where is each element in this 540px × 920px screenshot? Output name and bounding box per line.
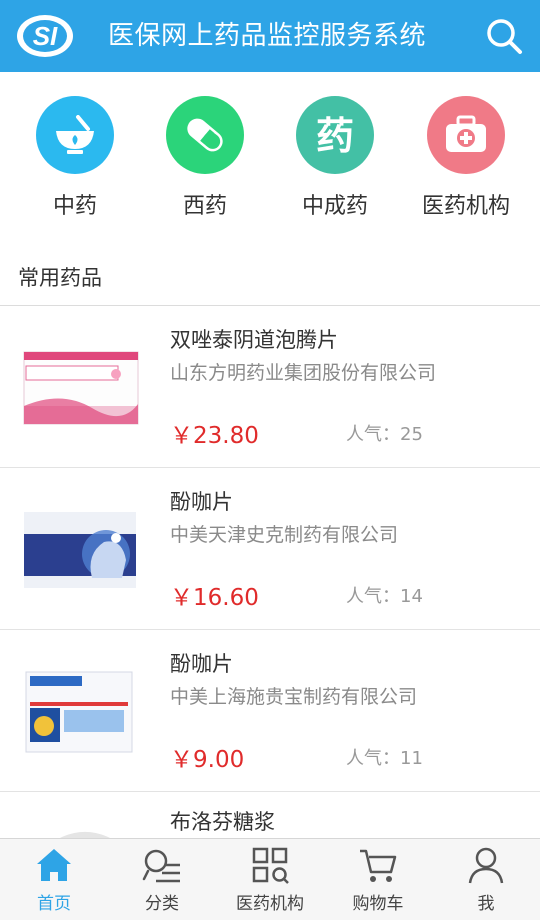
product-name: 酚咖片 xyxy=(170,652,233,676)
category-icon xyxy=(142,849,180,883)
product-image xyxy=(25,671,133,753)
product-popularity: 人气：25 xyxy=(346,424,423,445)
grid-icon xyxy=(252,847,289,884)
tab-cart[interactable]: 购物车 xyxy=(324,839,432,920)
product-name: 双唑泰阴道泡腾片 xyxy=(170,328,338,352)
yao-character-icon: 药 xyxy=(296,96,374,174)
category-herbal[interactable]: 中药 xyxy=(10,96,140,226)
product-list: 双唑泰阴道泡腾片 山东方明药业集团股份有限公司 ￥23.80 人气：25 酚咖片… xyxy=(0,306,540,852)
tab-label: 医药机构 xyxy=(236,894,304,914)
category-patent[interactable]: 药 中成药 xyxy=(270,96,400,226)
capsule-icon xyxy=(166,96,244,174)
product-maker: 山东方明药业集团股份有限公司 xyxy=(170,362,437,384)
product-popularity: 人气：14 xyxy=(346,586,423,607)
app-title: 医保网上药品监控服务系统 xyxy=(108,21,427,51)
product-image xyxy=(23,351,139,425)
product-price: ￥23.80 xyxy=(170,423,259,449)
product-row[interactable]: 酚咖片 中美上海施贵宝制药有限公司 ￥9.00 人气：11 xyxy=(0,630,540,792)
category-label: 中成药 xyxy=(301,194,368,219)
svg-text:SI: SI xyxy=(33,21,58,51)
product-name: 酚咖片 xyxy=(170,490,233,514)
product-price: ￥16.60 xyxy=(170,585,259,611)
user-icon xyxy=(468,847,504,884)
tab-label: 我 xyxy=(477,894,495,914)
product-row[interactable]: 双唑泰阴道泡腾片 山东方明药业集团股份有限公司 ￥23.80 人气：25 xyxy=(0,306,540,468)
tab-me[interactable]: 我 xyxy=(432,839,540,920)
category-bar: 中药 西药 药 中成药 医药机构 xyxy=(0,72,540,234)
tab-label: 首页 xyxy=(37,894,71,914)
si-logo-icon: SI xyxy=(17,15,73,57)
mortar-icon xyxy=(36,96,114,174)
tab-institution[interactable]: 医药机构 xyxy=(216,839,324,920)
product-maker: 中美天津史克制药有限公司 xyxy=(170,524,399,546)
cart-icon xyxy=(360,849,397,882)
category-label: 中药 xyxy=(52,194,97,219)
category-label: 医药机构 xyxy=(421,194,510,219)
category-institution[interactable]: 医药机构 xyxy=(401,96,531,226)
svg-text:药: 药 xyxy=(316,114,354,158)
home-icon xyxy=(37,849,71,881)
product-image xyxy=(24,512,136,588)
category-label: 西药 xyxy=(182,194,227,219)
tab-label: 购物车 xyxy=(352,894,404,914)
tab-category[interactable]: 分类 xyxy=(108,839,216,920)
medical-kit-icon xyxy=(427,96,505,174)
search-icon[interactable] xyxy=(482,14,526,58)
product-name: 布洛芬糖浆 xyxy=(170,810,275,834)
product-price: ￥9.00 xyxy=(170,747,245,773)
section-title: 常用药品 xyxy=(18,266,102,290)
bottom-tab-bar: 首页 分类 医药机构 购物车 我 xyxy=(0,838,540,920)
tab-home[interactable]: 首页 xyxy=(0,839,108,920)
product-popularity: 人气：11 xyxy=(346,748,423,769)
product-maker: 中美上海施贵宝制药有限公司 xyxy=(170,686,418,708)
app-header: SI 医保网上药品监控服务系统 xyxy=(0,0,540,72)
tab-label: 分类 xyxy=(145,894,179,914)
category-western[interactable]: 西药 xyxy=(140,96,270,226)
product-row[interactable]: 酚咖片 中美天津史克制药有限公司 ￥16.60 人气：14 xyxy=(0,468,540,630)
